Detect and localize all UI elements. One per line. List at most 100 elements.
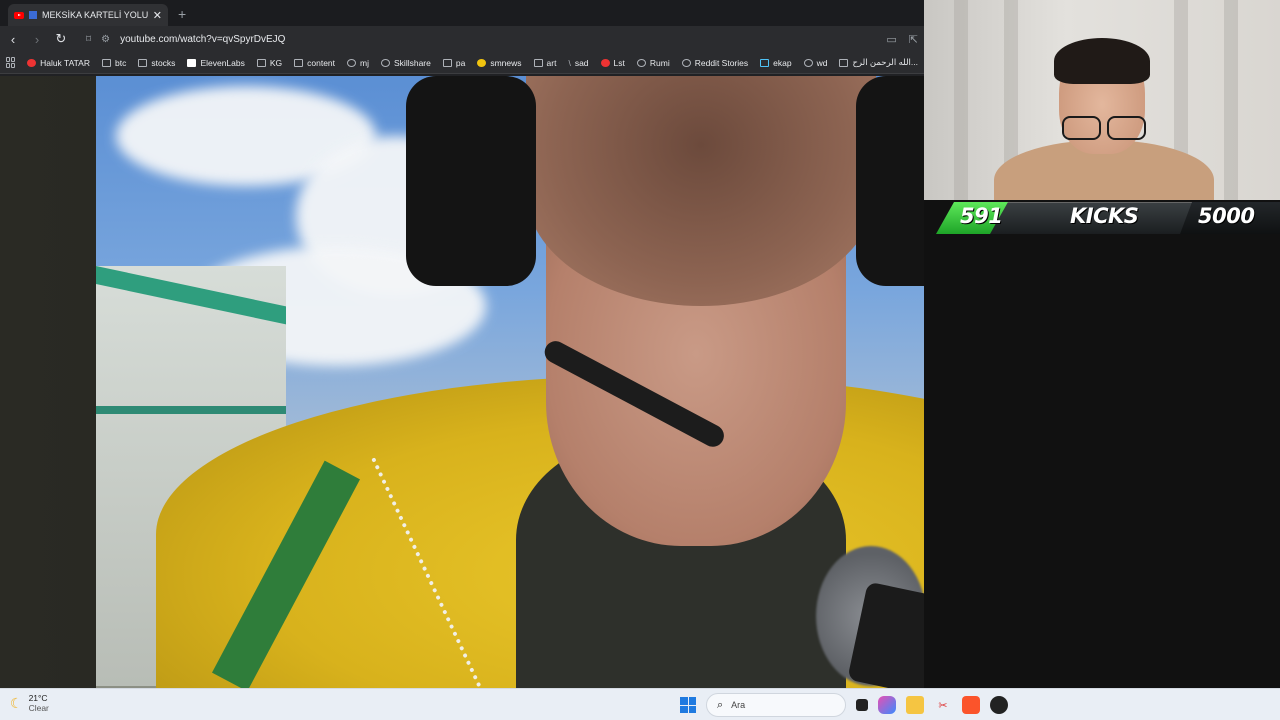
weather-temp: 21°C	[28, 693, 48, 703]
curtain-fold	[954, 0, 968, 200]
kicks-current-count: 591	[960, 204, 1003, 228]
bookmark-item[interactable]: Lst	[600, 57, 625, 68]
github-icon	[347, 58, 357, 67]
bookmark-label: sad	[574, 57, 589, 68]
bookmark-label: content	[307, 57, 336, 68]
close-tab-icon[interactable]: ✕	[153, 9, 162, 22]
copilot-icon[interactable]	[878, 696, 896, 714]
folder-icon	[256, 58, 266, 67]
windows-taskbar: ☾ 21°C Clear ⌕ Ara ✂	[0, 688, 1280, 720]
webcam-overlay	[924, 0, 1280, 200]
bookmark-label: wd	[816, 57, 828, 68]
tab-active[interactable]: MEKSİKA KARTELİ YOLUMUZU ✕	[8, 4, 168, 26]
cast-icon[interactable]: ▭	[886, 33, 896, 46]
page-icon	[839, 58, 849, 67]
weather-widget[interactable]: ☾ 21°C Clear	[10, 693, 49, 713]
bookmark-item[interactable]: mj	[347, 58, 369, 68]
brave-browser-icon[interactable]	[962, 696, 980, 714]
bookmark-item[interactable]: ElevenLabs	[187, 57, 245, 68]
kicks-goal-count: 5000	[1198, 204, 1255, 228]
bookmark-label: Lst	[613, 57, 625, 68]
s-logo-icon	[600, 58, 610, 67]
bookmark-label: pa	[455, 57, 466, 68]
kicks-label: KICKS	[1070, 204, 1139, 228]
bookmark-label: stocks	[151, 57, 176, 68]
streamer-hair	[1054, 38, 1150, 84]
ekap-icon	[760, 58, 770, 67]
bookmark-label: ElevenLabs	[200, 57, 245, 68]
globe-icon	[636, 58, 646, 67]
bookmark-item[interactable]: content	[294, 58, 335, 68]
bookmark-label: Skillshare	[394, 57, 431, 68]
bookmark-item[interactable]: Skillshare	[381, 58, 431, 68]
bookmark-label: art	[546, 57, 557, 68]
bookmark-item[interactable]: stocks	[138, 58, 175, 68]
folder-icon	[442, 58, 452, 67]
folder-icon	[138, 58, 148, 67]
bookmark-item[interactable]: KG	[256, 58, 282, 68]
glasses-icon	[1062, 116, 1146, 140]
headset-right	[856, 76, 924, 286]
tab-strip: MEKSİKA KARTELİ YOLUMUZU ✕ +	[0, 0, 924, 26]
address-row: ‹ › ↻ ⌑ ⚙ youtube.com/watch?v=qvSpyrDvEJ…	[0, 26, 924, 52]
folder-icon	[294, 58, 304, 67]
d-logo-icon	[681, 58, 691, 67]
youtube-icon	[14, 11, 24, 19]
bookmark-item[interactable]: Reddit Stories	[681, 58, 748, 68]
slash-icon: \	[568, 57, 571, 68]
curtain-fold	[1224, 0, 1238, 200]
video-frame[interactable]: dji	[96, 76, 924, 688]
bookmark-item[interactable]: Rumi	[636, 57, 670, 68]
bookmark-label: smnews	[490, 57, 522, 68]
bookmark-item[interactable]: pa	[442, 57, 466, 68]
taskbar-search[interactable]: ⌕ Ara	[706, 693, 846, 717]
forward-button[interactable]: ›	[30, 32, 44, 47]
bookmark-item[interactable]: ekap	[760, 57, 792, 68]
bookmark-item[interactable]: \ sad	[568, 58, 588, 68]
video-player-area[interactable]: dji	[0, 76, 924, 688]
file-explorer-icon[interactable]	[906, 696, 924, 714]
new-tab-button[interactable]: +	[178, 6, 186, 22]
globe-icon	[803, 58, 813, 67]
folder-icon	[533, 58, 543, 67]
bookmark-item[interactable]: smnews	[477, 57, 522, 68]
smiley-icon	[477, 58, 487, 67]
beard-shape	[526, 76, 876, 306]
bookmark-item[interactable]: art	[533, 57, 557, 68]
bookmark-item[interactable]: الله الرحمن الرح...	[839, 57, 918, 68]
folder-icon	[102, 58, 111, 67]
taskbar-center: ⌕ Ara ✂	[680, 693, 1008, 717]
bookmark-label: btc	[115, 57, 127, 68]
search-icon: ⌕	[717, 698, 724, 711]
bookmark-label: Haluk TATAR	[40, 57, 90, 68]
browser-window: MEKSİKA KARTELİ YOLUMUZU ✕ + ‹ › ↻ ⌑ ⚙ y…	[0, 0, 924, 688]
weather-condition: Clear	[28, 703, 49, 713]
back-button[interactable]: ‹	[6, 32, 20, 47]
snipping-tool-icon[interactable]: ✂	[934, 696, 952, 714]
bookmark-label: ekap	[773, 57, 792, 68]
bookmark-item[interactable]: btc	[102, 58, 126, 68]
obs-icon[interactable]	[990, 696, 1008, 714]
start-button-icon[interactable]	[680, 697, 696, 713]
search-placeholder: Ara	[731, 700, 746, 710]
bookmark-item[interactable]: wd	[803, 57, 828, 68]
youtube-icon	[27, 58, 37, 67]
elevenlabs-icon	[187, 58, 197, 67]
tab-secondary-icon	[29, 11, 37, 19]
url-text: youtube.com/watch?v=qvSpyrDvEJQ	[120, 33, 286, 45]
tab-title: MEKSİKA KARTELİ YOLUMUZU	[42, 10, 148, 20]
address-bar[interactable]: ⌑ ⚙ youtube.com/watch?v=qvSpyrDvEJQ	[78, 29, 876, 49]
share-icon[interactable]: ⇱	[909, 33, 918, 46]
bookmark-item[interactable]: Haluk TATAR	[27, 58, 90, 68]
task-view-icon[interactable]	[856, 699, 868, 711]
reload-button[interactable]: ↻	[54, 31, 68, 47]
bookmark-icon[interactable]: ⌑	[86, 34, 91, 45]
bookmark-label: Rumi	[649, 57, 670, 68]
headset-left	[406, 76, 536, 286]
toolbar-icons: ▭ ⇱	[886, 33, 918, 46]
kicks-goal-widget: 591 KICKS 5000	[936, 200, 1280, 236]
apps-icon[interactable]	[6, 57, 16, 68]
skillshare-icon	[381, 58, 391, 67]
site-info-icon[interactable]: ⚙	[101, 34, 110, 45]
bookmark-label: mj	[360, 57, 370, 68]
